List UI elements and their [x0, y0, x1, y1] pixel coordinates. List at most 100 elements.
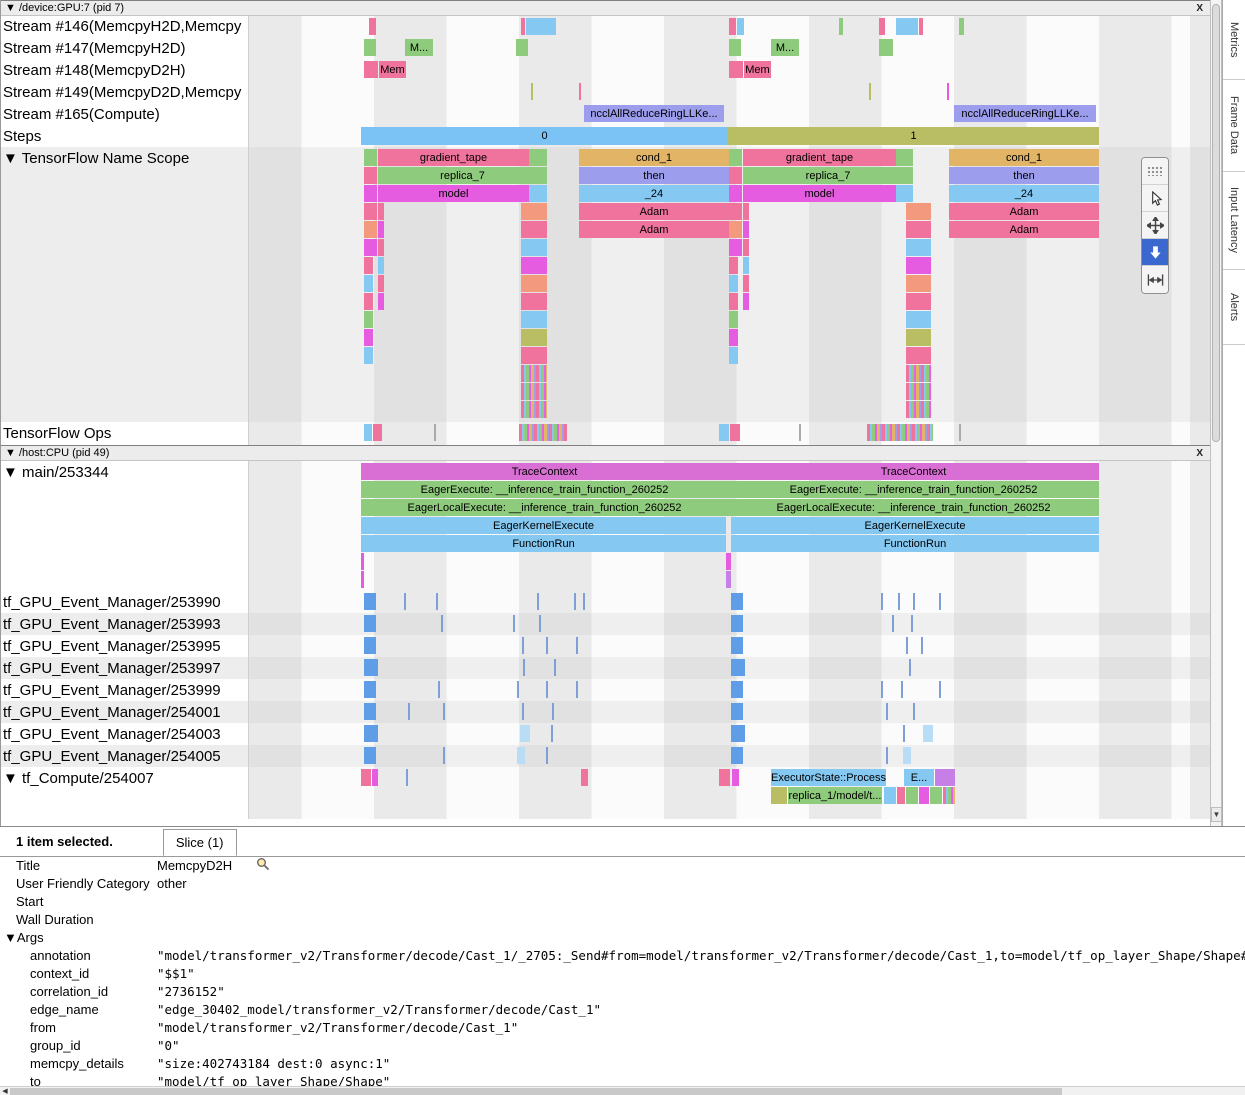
trace-event[interactable] [898, 593, 900, 610]
trace-event[interactable] [364, 149, 377, 166]
trace-event[interactable] [443, 703, 445, 720]
trace-event[interactable] [906, 311, 931, 328]
trace-event[interactable] [361, 571, 364, 588]
trace-event[interactable] [364, 39, 376, 56]
trace-event[interactable]: Mem [379, 61, 406, 78]
trace-event[interactable] [378, 203, 384, 220]
zoom-tool-button[interactable] [1142, 239, 1168, 266]
trace-event[interactable] [743, 203, 749, 220]
trace-event[interactable] [731, 615, 743, 632]
trace-event[interactable] [906, 203, 931, 220]
scroll-left-button[interactable]: ◀ [0, 1087, 10, 1095]
trace-event[interactable] [743, 275, 749, 292]
side-tab-metrics[interactable]: Metrics [1223, 0, 1245, 80]
trace-event[interactable] [730, 424, 740, 441]
side-tab-alerts[interactable]: Alerts [1223, 270, 1245, 345]
trace-event[interactable]: E... [904, 769, 934, 786]
side-tab-frame-data[interactable]: Frame Data [1223, 80, 1245, 172]
trace-event[interactable] [729, 311, 738, 328]
trace-event[interactable] [546, 681, 548, 698]
trace-event[interactable]: EagerKernelExecute [731, 517, 1099, 534]
trace-event[interactable] [943, 787, 955, 804]
trace-event[interactable] [521, 18, 525, 35]
trace-event[interactable] [799, 424, 801, 441]
trace-event[interactable] [520, 725, 530, 742]
trace-event[interactable] [378, 275, 384, 292]
trace-event[interactable] [879, 18, 885, 35]
trace-event[interactable] [521, 275, 547, 292]
trace-event[interactable]: ncclAllReduceRingLLKe... [954, 105, 1096, 122]
trace-event[interactable] [731, 681, 743, 698]
trace-event[interactable]: gradient_tape [378, 149, 529, 166]
trace-event[interactable]: model [378, 185, 529, 202]
trace-event[interactable] [369, 18, 376, 35]
trace-event[interactable] [719, 424, 729, 441]
trace-event[interactable] [378, 257, 384, 274]
track-label[interactable]: ▼ main/253344 [1, 461, 249, 591]
trace-event[interactable] [551, 725, 553, 742]
trace-event[interactable] [906, 329, 931, 346]
trace-event[interactable] [521, 347, 547, 364]
trace-event[interactable]: 1 [728, 127, 1099, 145]
trace-event[interactable]: TraceContext [361, 463, 728, 480]
trace-event[interactable] [729, 221, 742, 238]
trace-event[interactable] [522, 637, 524, 654]
trace-event[interactable]: _24 [579, 185, 729, 202]
trace-event[interactable] [364, 593, 376, 610]
trace-event[interactable] [521, 311, 547, 328]
trace-event[interactable] [434, 424, 436, 441]
trace-event[interactable] [546, 747, 548, 764]
trace-event[interactable] [364, 185, 377, 202]
trace-event[interactable]: FunctionRun [731, 535, 1099, 552]
trace-event[interactable] [913, 703, 915, 720]
trace-event[interactable]: EagerExecute: __inference_train_function… [728, 481, 1099, 498]
trace-event[interactable] [719, 769, 730, 786]
trace-event[interactable] [364, 659, 378, 676]
trace-event[interactable] [729, 61, 743, 78]
trace-event[interactable] [441, 615, 443, 632]
trace-event[interactable] [378, 239, 384, 256]
trace-event[interactable] [921, 637, 923, 654]
track-label[interactable]: ▼ TensorFlow Name Scope [1, 147, 249, 422]
trace-event[interactable] [906, 637, 908, 654]
trace-event[interactable] [906, 239, 931, 256]
trace-event[interactable] [935, 769, 955, 786]
trace-event[interactable] [909, 659, 911, 676]
trace-event[interactable] [729, 18, 736, 35]
trace-event[interactable]: replica_7 [743, 167, 913, 184]
trace-event[interactable] [903, 747, 911, 764]
trace-event[interactable] [364, 681, 376, 698]
trace-event[interactable] [406, 769, 408, 786]
vertical-scrollbar-thumb[interactable] [1212, 4, 1220, 442]
trace-event[interactable] [906, 221, 931, 238]
trace-event[interactable] [361, 553, 364, 570]
side-tab-input-latency[interactable]: Input Latency [1223, 172, 1245, 270]
trace-event[interactable] [364, 703, 376, 720]
trace-event[interactable] [526, 18, 556, 35]
trace-event[interactable] [583, 593, 585, 610]
trace-event[interactable] [729, 167, 742, 184]
trace-event[interactable] [522, 703, 524, 720]
trace-event[interactable] [923, 725, 933, 742]
trace-event[interactable] [911, 615, 913, 632]
trace-event[interactable] [364, 615, 376, 632]
trace-event[interactable]: EagerKernelExecute [361, 517, 726, 534]
trace-event[interactable] [726, 553, 731, 570]
gpu-panel-close-button[interactable]: X [1196, 2, 1203, 16]
trace-event[interactable] [884, 787, 896, 804]
trace-event[interactable]: replica_7 [378, 167, 547, 184]
track-label[interactable]: ▼ tf_Compute/254007 [1, 767, 249, 819]
trace-event[interactable] [729, 293, 738, 310]
trace-event[interactable] [886, 703, 888, 720]
trace-event[interactable] [364, 747, 376, 764]
trace-event[interactable]: EagerLocalExecute: __inference_train_fun… [728, 499, 1099, 516]
trace-event[interactable] [404, 593, 406, 610]
trace-event[interactable] [930, 787, 942, 804]
trace-event[interactable] [869, 83, 871, 100]
trace-event[interactable]: gradient_tape [743, 149, 896, 166]
trace-event[interactable] [959, 424, 961, 441]
trace-event[interactable] [364, 239, 377, 256]
trace-event[interactable] [939, 593, 941, 610]
trace-event[interactable] [729, 257, 738, 274]
trace-event[interactable] [521, 383, 547, 400]
